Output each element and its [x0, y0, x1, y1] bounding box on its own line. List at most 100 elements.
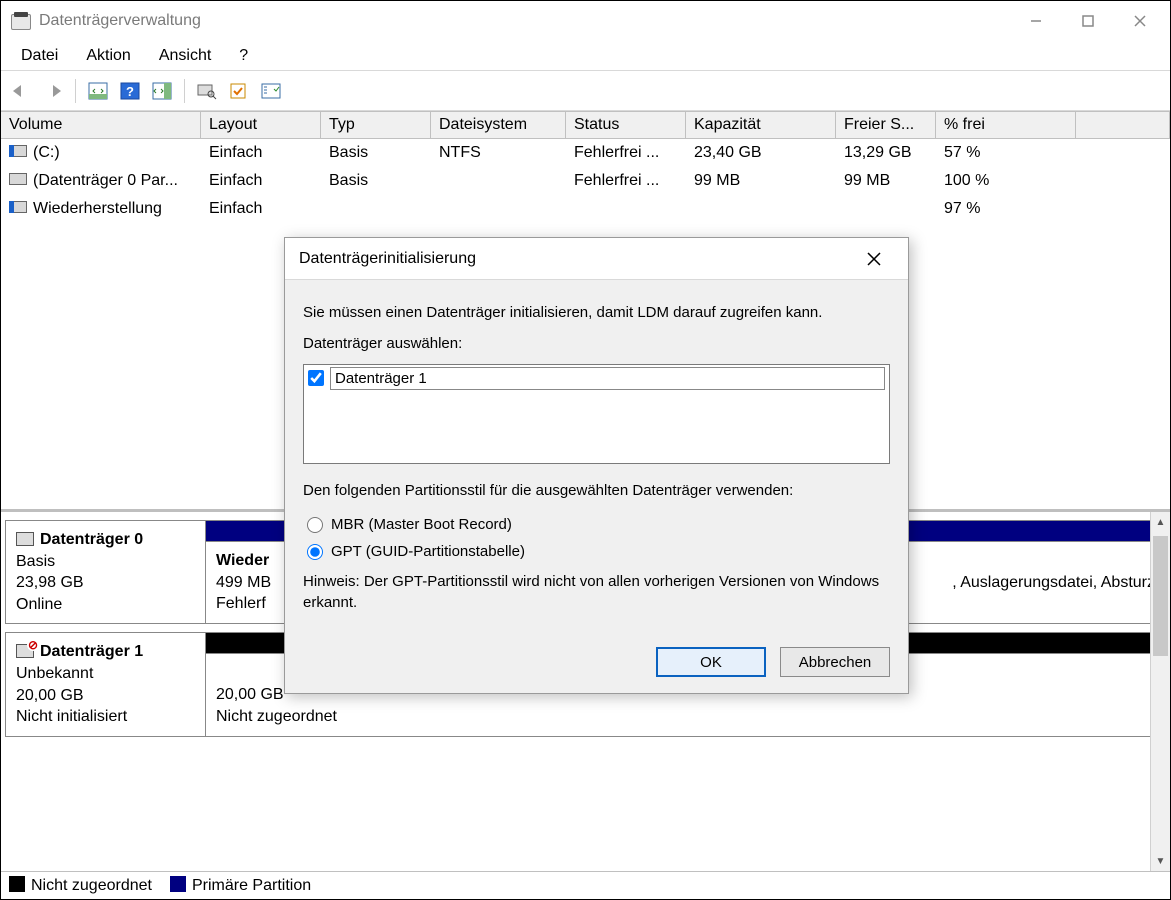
radio-gpt-row[interactable]: GPT (GUID-Partitionstabelle): [303, 538, 890, 565]
vol-cap: 99 MB: [686, 170, 836, 192]
list-icon[interactable]: [257, 77, 285, 105]
check-icon[interactable]: [225, 77, 253, 105]
volume-row[interactable]: (C:) Einfach Basis NTFS Fehlerfrei ... 2…: [1, 139, 1170, 167]
close-button[interactable]: [1114, 2, 1166, 40]
legend-unalloc: Nicht zugeordnet: [9, 876, 152, 895]
vol-type: Basis: [321, 142, 431, 164]
col-volume[interactable]: Volume: [1, 112, 201, 138]
swatch-black: [9, 876, 25, 892]
volume-row[interactable]: (Datenträger 0 Par... Einfach Basis Fehl…: [1, 167, 1170, 195]
menu-aktion[interactable]: Aktion: [74, 43, 142, 69]
menu-ansicht[interactable]: Ansicht: [147, 43, 223, 69]
ok-button[interactable]: OK: [656, 647, 766, 677]
column-header-row: Volume Layout Typ Dateisystem Status Kap…: [1, 111, 1170, 139]
forward-button[interactable]: [39, 77, 67, 105]
scrollbar[interactable]: ▲ ▼: [1150, 512, 1170, 871]
disk-0-size: 23,98 GB: [16, 572, 195, 594]
disk-1-name: Datenträger 1: [40, 643, 143, 660]
legend-primary: Primäre Partition: [170, 876, 311, 895]
cancel-button[interactable]: Abbrechen: [780, 647, 890, 677]
volume-icon: [9, 173, 27, 185]
disk-0-right-text: , Auslagerungsdatei, Absturz: [952, 572, 1155, 594]
panel-icon[interactable]: [84, 77, 112, 105]
col-pct[interactable]: % frei: [936, 112, 1076, 138]
vol-cap: [686, 207, 836, 211]
vol-name: (Datenträger 0 Par...: [33, 172, 178, 189]
vol-layout: Einfach: [201, 198, 321, 220]
volume-icon: [9, 145, 27, 157]
main-window: Datenträgerverwaltung Datei Aktion Ansic…: [0, 0, 1171, 900]
col-fs[interactable]: Dateisystem: [431, 112, 566, 138]
disk-select-list[interactable]: Datenträger 1: [303, 364, 890, 464]
vol-name: Wiederherstellung: [33, 200, 162, 217]
window-title: Datenträgerverwaltung: [39, 12, 201, 30]
vol-cap: 23,40 GB: [686, 142, 836, 164]
search-icon[interactable]: [193, 77, 221, 105]
radio-mbr-row[interactable]: MBR (Master Boot Record): [303, 511, 890, 538]
dialog-select-label: Datenträger auswählen:: [303, 333, 890, 354]
disk-1-part-status: Nicht zugeordnet: [216, 708, 337, 725]
vol-pct: 57 %: [936, 142, 1076, 164]
vol-status: Fehlerfrei ...: [566, 142, 686, 164]
vol-name: (C:): [33, 144, 60, 161]
vol-type: Basis: [321, 170, 431, 192]
dialog-close-button[interactable]: [854, 239, 894, 279]
scroll-up-icon[interactable]: ▲: [1151, 512, 1170, 532]
radio-mbr[interactable]: [307, 517, 323, 533]
swatch-blue: [170, 876, 186, 892]
disk-0-left: Wieder 499 MB Fehlerf: [216, 550, 271, 615]
volume-row[interactable]: Wiederherstellung Einfach 97 %: [1, 195, 1170, 223]
col-cap[interactable]: Kapazität: [686, 112, 836, 138]
vol-fs: [431, 207, 566, 211]
disk-0-type: Basis: [16, 551, 195, 573]
dialog-titlebar: Datenträgerinitialisierung: [285, 238, 908, 280]
menu-help[interactable]: ?: [227, 43, 260, 69]
scroll-down-icon[interactable]: ▼: [1151, 851, 1170, 871]
back-button[interactable]: [7, 77, 35, 105]
window-controls: [1010, 2, 1166, 40]
disk-1-part-size: 20,00 GB: [216, 686, 284, 703]
vol-status: [566, 207, 686, 211]
panel2-icon[interactable]: [148, 77, 176, 105]
vol-layout: Einfach: [201, 142, 321, 164]
scroll-thumb[interactable]: [1153, 536, 1168, 656]
dialog-hint: Hinweis: Der GPT-Partitionsstil wird nic…: [303, 571, 890, 613]
col-typ[interactable]: Typ: [321, 112, 431, 138]
disk-select-checkbox[interactable]: [308, 370, 324, 386]
menu-datei[interactable]: Datei: [9, 43, 70, 69]
legend: Nicht zugeordnet Primäre Partition: [1, 871, 1170, 899]
disk-0-info: Datenträger 0 Basis 23,98 GB Online: [6, 521, 206, 623]
vol-type: [321, 207, 431, 211]
disk-0-part-name: Wieder: [216, 552, 269, 569]
col-free[interactable]: Freier S...: [836, 112, 936, 138]
vol-status: Fehlerfrei ...: [566, 170, 686, 192]
dialog-intro: Sie müssen einen Datenträger initialisie…: [303, 302, 890, 323]
disk-0-part-size: 499 MB: [216, 574, 271, 591]
init-disk-dialog: Datenträgerinitialisierung Sie müssen ei…: [284, 237, 909, 694]
disk-icon-error: [16, 644, 34, 658]
volume-icon: [9, 201, 27, 213]
col-status[interactable]: Status: [566, 112, 686, 138]
maximize-button[interactable]: [1062, 2, 1114, 40]
radio-gpt[interactable]: [307, 544, 323, 560]
col-layout[interactable]: Layout: [201, 112, 321, 138]
toolbar-separator-2: [184, 79, 185, 103]
disk-0-part-status: Fehlerf: [216, 595, 266, 612]
vol-free: 13,29 GB: [836, 142, 936, 164]
disk-select-item: Datenträger 1: [330, 367, 885, 390]
vol-free: 99 MB: [836, 170, 936, 192]
legend-unalloc-label: Nicht zugeordnet: [31, 877, 152, 894]
svg-text:?: ?: [126, 84, 134, 99]
minimize-button[interactable]: [1010, 2, 1062, 40]
legend-primary-label: Primäre Partition: [192, 877, 311, 894]
menubar: Datei Aktion Ansicht ?: [1, 41, 1170, 71]
disk-select-row[interactable]: Datenträger 1: [306, 367, 887, 389]
help-icon[interactable]: ?: [116, 77, 144, 105]
disk-1-status: Nicht initialisiert: [16, 706, 195, 728]
dialog-body: Sie müssen einen Datenträger initialisie…: [285, 280, 908, 633]
disk-icon: [16, 532, 34, 546]
vol-free: [836, 207, 936, 211]
dialog-style-label: Den folgenden Partitionsstil für die aus…: [303, 480, 890, 501]
toolbar-separator: [75, 79, 76, 103]
disk-1-size: 20,00 GB: [16, 685, 195, 707]
